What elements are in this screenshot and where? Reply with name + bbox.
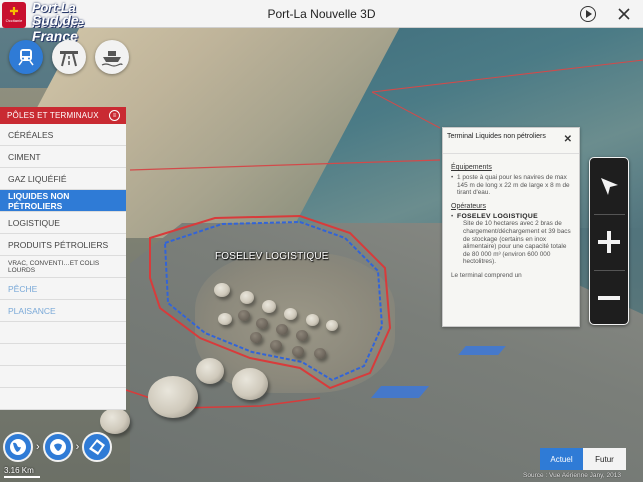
equipment-heading: Équipements: [451, 164, 492, 171]
operator-name: FOSELEV LOGISTIQUE: [457, 212, 538, 220]
map-scale-label: 3.16 Km: [4, 466, 34, 475]
menu-item-gaz-liquefie[interactable]: GAZ LIQUÉFIÉ: [0, 168, 126, 190]
storage-tank: [270, 340, 282, 351]
operator-description: Site de 10 hectares avec 2 bras de charg…: [463, 220, 571, 266]
app-logo: ✚ Occitanie Port-La Nouvelle Sud de Fran…: [0, 0, 128, 44]
info-panel-body[interactable]: Équipements 1 poste à quai pour les navi…: [443, 154, 579, 283]
logo-seal-text: Occitanie: [5, 18, 23, 23]
menu-item-produits-petroliers[interactable]: PRODUITS PÉTROLIERS: [0, 234, 126, 256]
site-label[interactable]: FOSELEV LOGISTIQUE: [215, 251, 329, 262]
menu-item-peche[interactable]: PÊCHE: [0, 278, 126, 300]
storage-tank: [306, 314, 319, 326]
region-globe-icon: [49, 439, 66, 455]
terminal-info-panel: Terminal Liquides non pétroliers ✕ Équip…: [442, 127, 580, 327]
site-cube-icon: [89, 439, 106, 455]
site-view-button[interactable]: [82, 432, 113, 462]
image-source-credit: Source : Vue Aérienne Jany, 2013: [523, 472, 621, 479]
chevron-right-icon: ›: [75, 441, 80, 453]
terminals-menu: PÔLES ET TERMINAUX ≡ CÉRÉALES CIMENT GAZ…: [0, 107, 126, 410]
storage-tank: [196, 358, 224, 384]
close-app-button[interactable]: [616, 6, 632, 22]
menu-header-title: PÔLES ET TERMINAUX: [7, 111, 99, 120]
storage-tank: [256, 318, 268, 329]
operator-entry: FOSELEV LOGISTIQUE Site de 10 hectares a…: [451, 213, 571, 266]
menu-item-cereales[interactable]: CÉRÉALES: [0, 124, 126, 146]
equipment-text: 1 poste à quai pour les navires de max 1…: [451, 174, 571, 197]
current-view-button[interactable]: Actuel: [540, 448, 583, 470]
region-view-button[interactable]: [42, 432, 73, 462]
menu-empty-row: [0, 366, 126, 388]
menu-header[interactable]: PÔLES ET TERMINAUX ≡: [0, 107, 126, 124]
close-icon: [618, 8, 630, 20]
dock-berth: [458, 346, 506, 355]
menu-item-liquides-non-petroliers[interactable]: LIQUIDES NON PÉTROLIERS: [0, 190, 126, 212]
globe-icon: [10, 439, 26, 455]
storage-tank: [214, 283, 230, 297]
minus-icon: [598, 296, 620, 300]
menu-item-plaisance[interactable]: PLAISANCE: [0, 300, 126, 322]
storage-tank: [284, 308, 297, 320]
app-title: Port-La Nouvelle 3D: [267, 6, 376, 21]
boat-icon: [101, 51, 123, 67]
storage-tank: [148, 376, 198, 418]
storage-tank: [292, 346, 304, 357]
future-view-button[interactable]: Futur: [583, 448, 626, 470]
info-panel-header: Terminal Liquides non pétroliers ✕: [443, 128, 579, 154]
mode-train-button[interactable]: [9, 40, 43, 74]
info-more-text: Le terminal comprend un: [451, 271, 522, 279]
operators-heading: Opérateurs: [451, 202, 487, 210]
storage-tank: [326, 320, 338, 331]
storage-tank: [250, 332, 262, 343]
time-period-toggle: Actuel Futur: [540, 448, 626, 470]
storage-tank: [276, 324, 288, 335]
dock-berth: [370, 386, 430, 398]
storage-tank: [314, 348, 326, 359]
play-icon: [586, 10, 592, 18]
menu-empty-row: [0, 322, 126, 344]
highway-icon: [60, 51, 78, 67]
storage-tank: [232, 368, 268, 400]
plus-icon: [598, 231, 620, 253]
storage-tank: [238, 310, 250, 321]
map-scale-bar: [4, 476, 40, 478]
train-icon: [18, 49, 34, 66]
menu-collapse-icon[interactable]: ≡: [109, 110, 120, 121]
info-panel-title: Terminal Liquides non pétroliers: [447, 133, 546, 140]
storage-tank: [218, 313, 232, 325]
world-view-button[interactable]: [3, 432, 33, 462]
map-controls: [589, 157, 629, 325]
menu-empty-row: [0, 388, 126, 410]
chevron-right-icon: ›: [36, 441, 40, 453]
info-close-icon[interactable]: ✕: [564, 135, 572, 145]
storage-tank: [240, 291, 254, 304]
storage-tank: [262, 300, 276, 313]
menu-item-ciment[interactable]: CIMENT: [0, 146, 126, 168]
view-level-nav: › ›: [3, 430, 113, 464]
menu-item-logistique[interactable]: LOGISTIQUE: [0, 212, 126, 234]
region-seal-icon: ✚ Occitanie: [2, 2, 26, 28]
mode-boat-button[interactable]: [95, 40, 129, 74]
navigation-arrow-icon: [601, 178, 618, 195]
locate-button[interactable]: [590, 158, 628, 214]
menu-item-vrac[interactable]: VRAC, CONVENTI…ET COLIS LOURDS: [0, 256, 126, 278]
menu-empty-row: [0, 344, 126, 366]
zoom-in-button[interactable]: [590, 214, 628, 270]
play-tour-button[interactable]: [580, 6, 596, 22]
storage-tank: [296, 330, 308, 341]
mode-highway-button[interactable]: [52, 40, 86, 74]
zoom-out-button[interactable]: [590, 270, 628, 326]
